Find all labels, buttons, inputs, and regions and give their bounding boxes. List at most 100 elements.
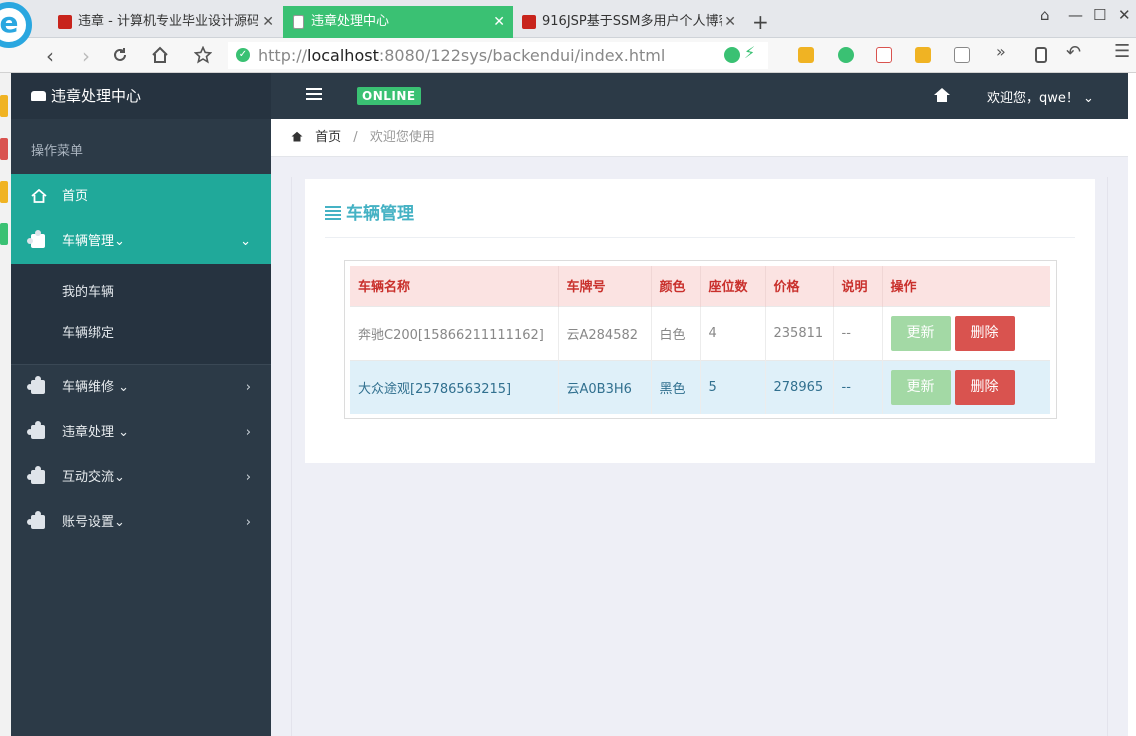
cell-actions: 更新 删除 [882,305,1050,360]
translate-icon[interactable] [876,47,892,63]
edge-app-icon [0,223,8,245]
home-icon [291,131,303,142]
forward-icon[interactable]: › [82,44,90,68]
sidebar-item-label: 首页 [62,189,89,204]
tab-close-icon[interactable]: ✕ [724,6,736,38]
puzzle-icon [27,466,47,484]
sidebar-item-label: 车辆维修 ⌄ [62,380,130,395]
sidebar-item-label: 账号设置⌄ [62,515,125,530]
sidebar-item-label: 违章处理 ⌄ [62,425,130,440]
submenu-item-bind-vehicle[interactable]: 车辆绑定 [11,313,271,354]
column-header: 车牌号 [558,266,652,306]
sidebar-item-interaction[interactable]: 互动交流⌄ › [11,455,271,500]
menu-icon[interactable]: ☰ [1114,41,1130,62]
edge-app-icon [0,181,8,203]
window-close-icon[interactable]: ✕ [1118,6,1131,24]
breadcrumb: 首页 / 欢迎您使用 [271,119,1128,157]
browser-tab-3[interactable]: 916JSP基于SSM多用户个人博客 ✕ [514,6,744,38]
screenshot-icon[interactable] [915,47,931,63]
list-icon [325,206,341,220]
chevron-right-icon: › [245,470,251,485]
shield-icon[interactable] [838,47,854,63]
home-icon[interactable] [151,46,169,64]
maximize-icon[interactable]: ☐ [1093,6,1106,24]
minimize-icon[interactable]: — [1068,6,1083,24]
skin-icon[interactable]: ⌂ [1040,6,1050,24]
site-favicon-icon [522,15,536,29]
address-bar: ‹ › ✓ http://localhost:8080/122sys/backe… [0,38,1136,73]
sidebar-item-vehicle-management[interactable]: 车辆管理⌄ ⌄ [11,219,271,264]
gamepad-icon[interactable] [954,47,970,63]
table-row: 奔驰C200[15866211111162] 云A284582 白色 4 235… [350,305,1050,360]
update-button[interactable]: 更新 [890,369,951,405]
panel-title-text: 车辆管理 [346,204,414,224]
cell-note: -- [833,305,883,360]
edge-app-icon [0,138,8,160]
reload-icon[interactable] [111,46,129,64]
cell-plate: 云A284582 [558,305,652,360]
table-row: 大众途观[25786563215] 云A0B3H6 黑色 5 278965 --… [350,359,1050,414]
brand-title: 违章处理中心 [51,87,142,105]
sidebar-item-label: 车辆管理⌄ [62,234,125,249]
puzzle-icon [27,376,47,394]
sidebar-item-home[interactable]: 首页 [11,174,271,219]
car-icon [31,91,46,101]
delete-button[interactable]: 删除 [954,315,1015,351]
home-icon[interactable] [933,87,951,103]
more-extensions-icon[interactable]: » [996,42,1006,61]
column-header: 操作 [882,266,1050,306]
edge-app-icon [0,95,8,117]
url-input[interactable]: ✓ http://localhost:8080/122sys/backendui… [228,42,768,69]
favorite-star-icon[interactable] [194,46,212,64]
cell-vehicle-name: 奔驰C200[15866211111162] [350,305,559,360]
delete-button[interactable]: 删除 [954,369,1015,405]
sidebar-item-vehicle-repair[interactable]: 车辆维修 ⌄ › [11,365,271,410]
submenu-item-my-vehicles[interactable]: 我的车辆 [11,272,271,313]
phone-icon[interactable] [1035,47,1047,63]
lightning-icon[interactable]: ⚡ [744,43,760,62]
cell-seats: 4 [700,305,766,360]
new-tab-button[interactable]: + [752,10,769,34]
cell-color: 白色 [651,305,701,360]
vehicle-table: 车辆名称 车牌号 颜色 座位数 价格 说明 操作 奔驰C200[15866211… [350,266,1050,414]
apps-icon[interactable] [798,47,814,63]
url-text[interactable]: http://localhost:8080/122sys/backendui/i… [258,46,665,65]
cell-price: 278965 [765,359,834,414]
column-header: 座位数 [700,266,766,306]
column-header: 价格 [765,266,834,306]
home-icon [31,189,47,203]
sidebar-item-violations[interactable]: 违章处理 ⌄ › [11,410,271,455]
desktop-edge-strip [0,73,11,736]
cell-plate: 云A0B3H6 [558,359,652,414]
sidebar-item-account-settings[interactable]: 账号设置⌄ › [11,500,271,545]
tab-close-icon[interactable]: ✕ [493,6,505,38]
sidebar-item-label: 互动交流⌄ [62,470,125,485]
main-content: 首页 / 欢迎您使用 车辆管理 车辆名称 车牌号 颜色 座位数 价格 说明 操作… [271,119,1128,736]
browser-tab-2[interactable]: 违章处理中心 ✕ [283,6,513,38]
chevron-down-icon: ⌄ [240,234,251,249]
extension-icon[interactable] [724,47,740,63]
table-header-row: 车辆名称 车牌号 颜色 座位数 价格 说明 操作 [350,266,1050,306]
back-icon[interactable]: ‹ [46,44,54,68]
divider [325,237,1075,238]
cell-note: -- [833,359,883,414]
user-menu[interactable]: 欢迎您，qwe！ ⌄ [987,87,1094,106]
breadcrumb-home[interactable]: 首页 [315,130,341,145]
sidebar-toggle-icon[interactable] [306,88,322,103]
chevron-right-icon: › [245,380,251,395]
undo-icon[interactable]: ↶ [1066,42,1081,63]
tab-label: 违章 - 计算机专业毕业设计源码 [78,14,258,29]
column-header: 说明 [833,266,883,306]
vehicle-panel: 车辆管理 车辆名称 车牌号 颜色 座位数 价格 说明 操作 奔驰C200[158… [305,179,1095,463]
status-badge: ONLINE [357,87,421,105]
update-button[interactable]: 更新 [890,315,951,351]
tab-close-icon[interactable]: ✕ [262,6,274,38]
cell-vehicle-name: 大众途观[25786563215] [350,359,559,414]
secure-shield-icon: ✓ [236,48,250,62]
chevron-right-icon: › [245,515,251,530]
cell-color: 黑色 [651,359,701,414]
cell-price: 235811 [765,305,834,360]
browser-tab-1[interactable]: 违章 - 计算机专业毕业设计源码 ✕ [50,6,282,38]
browser-tab-strip: e 违章 - 计算机专业毕业设计源码 ✕ 违章处理中心 ✕ 916JSP基于SS… [0,0,1136,48]
brand[interactable]: 违章处理中心 [11,73,271,119]
